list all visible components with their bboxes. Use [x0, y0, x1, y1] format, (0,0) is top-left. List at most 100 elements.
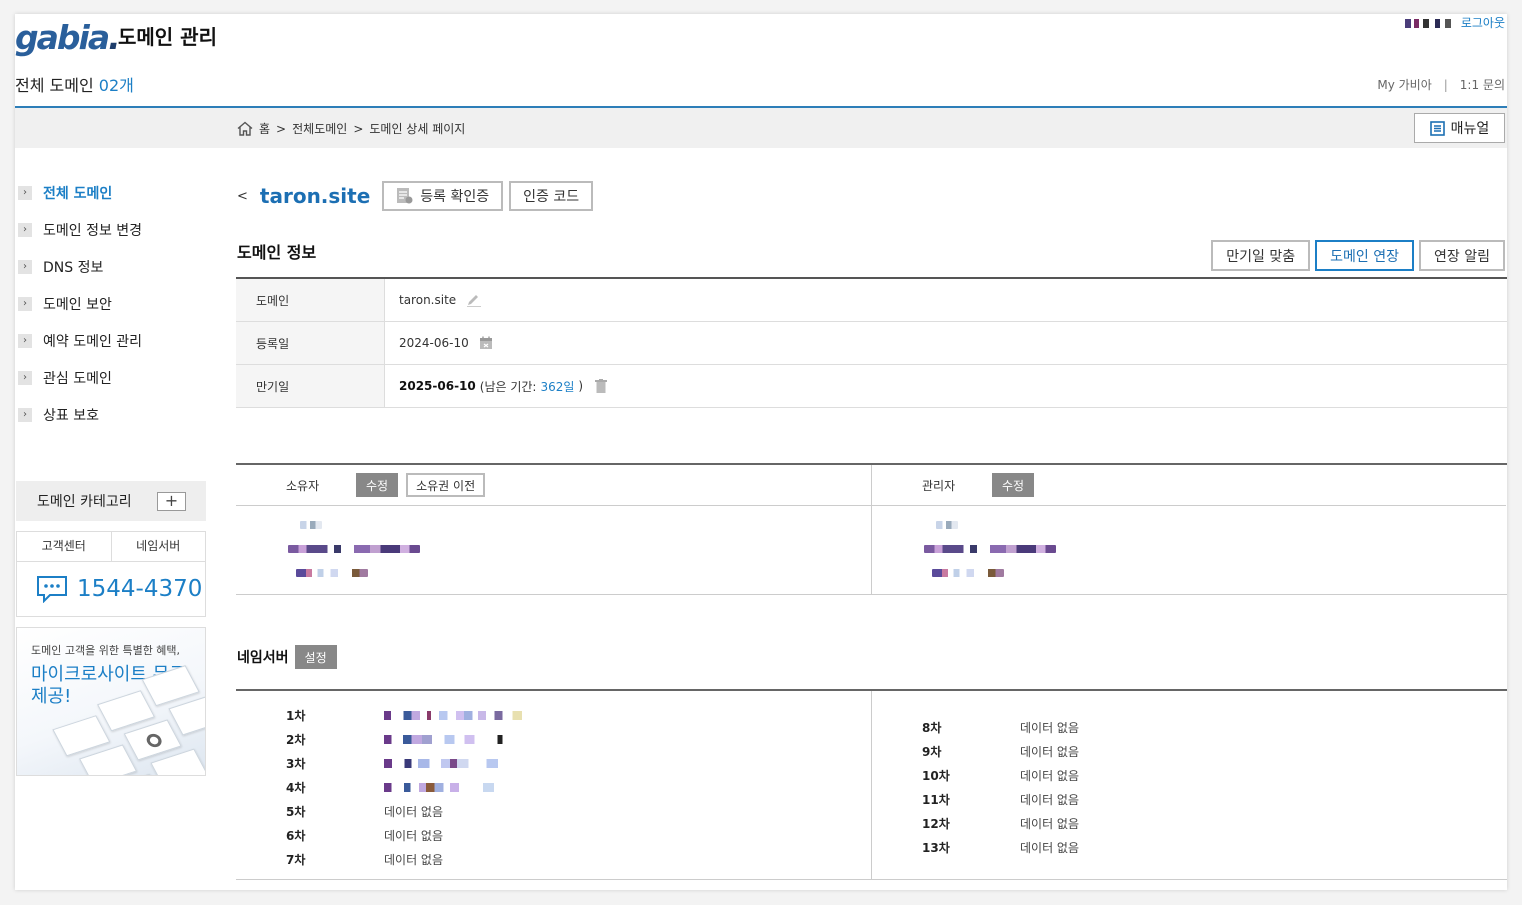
- manual-button[interactable]: 매뉴얼: [1414, 113, 1505, 143]
- trash-icon[interactable]: [595, 378, 608, 394]
- nameserver-row: 5차 데이터 없음: [286, 799, 443, 823]
- nameserver-row: 7차 데이터 없음: [286, 847, 443, 871]
- nameserver-col-left: 1차 2차 3차 4차 5차 데이터 없음 6차 데이터 없음 7차 데이터 없음: [236, 691, 871, 880]
- sidebar-item-label: 도메인 정보 변경: [43, 222, 143, 239]
- match-expiry-button[interactable]: 만기일 맞춤: [1211, 240, 1311, 271]
- nameserver-value: 데이터 없음: [384, 852, 444, 867]
- chevron-right-icon: ›: [18, 333, 32, 348]
- sidebar-item-label: 전체 도메인: [43, 185, 113, 202]
- nameserver-value-redacted: [384, 710, 522, 720]
- chevron-right-icon: ›: [18, 222, 32, 237]
- nameserver-value-redacted: [384, 782, 494, 792]
- nameserver-title: 네임서버: [237, 650, 289, 666]
- nameserver-settings-button[interactable]: 설정: [294, 645, 337, 669]
- nameserver-value: 데이터 없음: [1020, 792, 1080, 807]
- domain-category-label: 도메인 카테고리: [37, 494, 132, 510]
- inquiry-link[interactable]: 1:1 문의: [1460, 78, 1505, 92]
- sidebar-item-watched-domains[interactable]: › 관심 도메인: [15, 359, 207, 396]
- breadcrumb-sep: >: [353, 121, 364, 136]
- nameserver-index: 9차: [922, 744, 942, 759]
- registration-certificate-button[interactable]: 등록 확인증: [382, 181, 504, 211]
- breadcrumb-home[interactable]: 홈: [259, 120, 270, 137]
- auth-code-button[interactable]: 인증 코드: [509, 181, 594, 211]
- add-category-button[interactable]: +: [157, 492, 186, 511]
- info-key-expiry: 만기일: [236, 365, 385, 407]
- manual-button-label: 매뉴얼: [1450, 121, 1490, 137]
- nameserver-value: 데이터 없음: [1020, 840, 1080, 855]
- chat-bubble-icon: [37, 576, 67, 603]
- nameserver-index: 13차: [922, 840, 950, 855]
- top-links: My 가비아 | 1:1 문의: [1377, 76, 1505, 93]
- nameserver-value: 데이터 없음: [384, 804, 444, 819]
- tab-nameserver[interactable]: 네임서버: [112, 532, 206, 561]
- nameserver-header: 네임서버 설정: [237, 645, 337, 669]
- breadcrumb-all-domains[interactable]: 전체도메인: [292, 120, 347, 137]
- support-phone: 1544-4370: [17, 562, 205, 616]
- info-row-registered: 등록일 2024-06-10: [236, 322, 1507, 365]
- logout-link[interactable]: 로그아웃: [1461, 16, 1505, 30]
- domain-name-title: taron.site: [259, 184, 371, 208]
- owner-panel: 소유자 수정 소유권 이전: [236, 465, 871, 595]
- renew-domain-button[interactable]: 도메인 연장: [1315, 240, 1415, 271]
- nameserver-value-redacted: [384, 758, 498, 768]
- nameserver-row: 11차 데이터 없음: [922, 787, 1079, 811]
- contacts-section: 소유자 수정 소유권 이전 관리자 수정: [236, 463, 1507, 595]
- sidebar-item-trademark-protection[interactable]: › 상표 보호: [15, 396, 207, 433]
- nameserver-row: 6차 데이터 없음: [286, 823, 443, 847]
- app-title: 도메인 관리: [118, 25, 217, 49]
- nameserver-index: 11차: [922, 792, 950, 807]
- chevron-right-icon: ›: [18, 185, 32, 200]
- nameserver-index: 8차: [922, 720, 942, 735]
- info-row-domain: 도메인 taron.site: [236, 279, 1507, 322]
- admin-edit-button[interactable]: 수정: [992, 473, 1035, 497]
- tab-customer-center[interactable]: 고객센터: [17, 532, 112, 561]
- domain-action-buttons: 만기일 맞춤 도메인 연장 연장 알림: [1211, 240, 1505, 271]
- owner-label: 소유자: [286, 478, 320, 493]
- sidebar-item-label: 도메인 보안: [43, 296, 112, 313]
- nameserver-index: 6차: [286, 828, 306, 843]
- nameserver-index: 7차: [286, 852, 306, 867]
- support-phone-number: 1544-4370: [77, 576, 203, 602]
- total-domains: 전체 도메인 02개: [15, 72, 134, 96]
- nameserver-row: 2차: [286, 727, 510, 751]
- support-box: 고객센터 네임서버 1544-4370: [16, 531, 206, 617]
- breadcrumb: 홈 > 전체도메인 > 도메인 상세 페이지: [237, 120, 465, 137]
- breadcrumb-current: 도메인 상세 페이지: [369, 122, 466, 136]
- remaining-suffix: ): [578, 379, 584, 393]
- chevron-right-icon: ›: [18, 407, 32, 422]
- sidebar-item-all-domains[interactable]: › 전체 도메인: [15, 174, 207, 211]
- user-name-redacted: [1405, 19, 1451, 28]
- sidebar-item-domain-info-change[interactable]: › 도메인 정보 변경: [15, 211, 207, 248]
- owner-edit-button[interactable]: 수정: [356, 473, 399, 497]
- user-block: 로그아웃: [1405, 14, 1505, 31]
- nameserver-col-right: 8차 데이터 없음 9차 데이터 없음 10차 데이터 없음 11차 데이터 없음 12…: [871, 691, 1506, 880]
- info-key-registered: 등록일: [236, 322, 385, 364]
- breadcrumb-sep: >: [276, 121, 287, 136]
- sidebar-item-dns-info[interactable]: › DNS 정보: [15, 248, 207, 285]
- total-domains-count: 02개: [98, 76, 134, 95]
- microsite-promo-banner[interactable]: 도메인 고객을 위한 특별한 혜택, 마이크로사이트 무료 제공!: [16, 627, 206, 776]
- chevron-right-icon: ›: [18, 296, 32, 311]
- gabia-logo[interactable]: gabia.: [15, 18, 121, 57]
- promo-subtitle: 도메인 고객을 위한 특별한 혜택,: [31, 644, 181, 657]
- my-gabia-link[interactable]: My 가비아: [1377, 78, 1431, 92]
- nameserver-index: 2차: [286, 732, 306, 747]
- top-links-separator: |: [1443, 78, 1448, 92]
- sidebar-item-label: DNS 정보: [43, 259, 104, 276]
- nameserver-index: 12차: [922, 816, 950, 831]
- calendar-icon: [479, 336, 492, 349]
- nameserver-row: 10차 데이터 없음: [922, 763, 1079, 787]
- nameserver-row: 4차: [286, 775, 494, 799]
- back-button[interactable]: <: [237, 189, 248, 204]
- renewal-alert-button[interactable]: 연장 알림: [1419, 240, 1505, 271]
- domain-category-box: 도메인 카테고리 +: [16, 481, 206, 521]
- sidebar-item-label: 예약 도메인 관리: [43, 333, 143, 350]
- sidebar-item-domain-security[interactable]: › 도메인 보안: [15, 285, 207, 322]
- ownership-transfer-button[interactable]: 소유권 이전: [406, 473, 486, 497]
- nameserver-index: 5차: [286, 804, 306, 819]
- pencil-icon[interactable]: [466, 293, 482, 307]
- info-value-registered: 2024-06-10: [399, 336, 469, 350]
- sidebar-item-reserved-domains[interactable]: › 예약 도메인 관리: [15, 322, 207, 359]
- home-icon[interactable]: [237, 121, 253, 136]
- nameserver-value: 데이터 없음: [1020, 720, 1080, 735]
